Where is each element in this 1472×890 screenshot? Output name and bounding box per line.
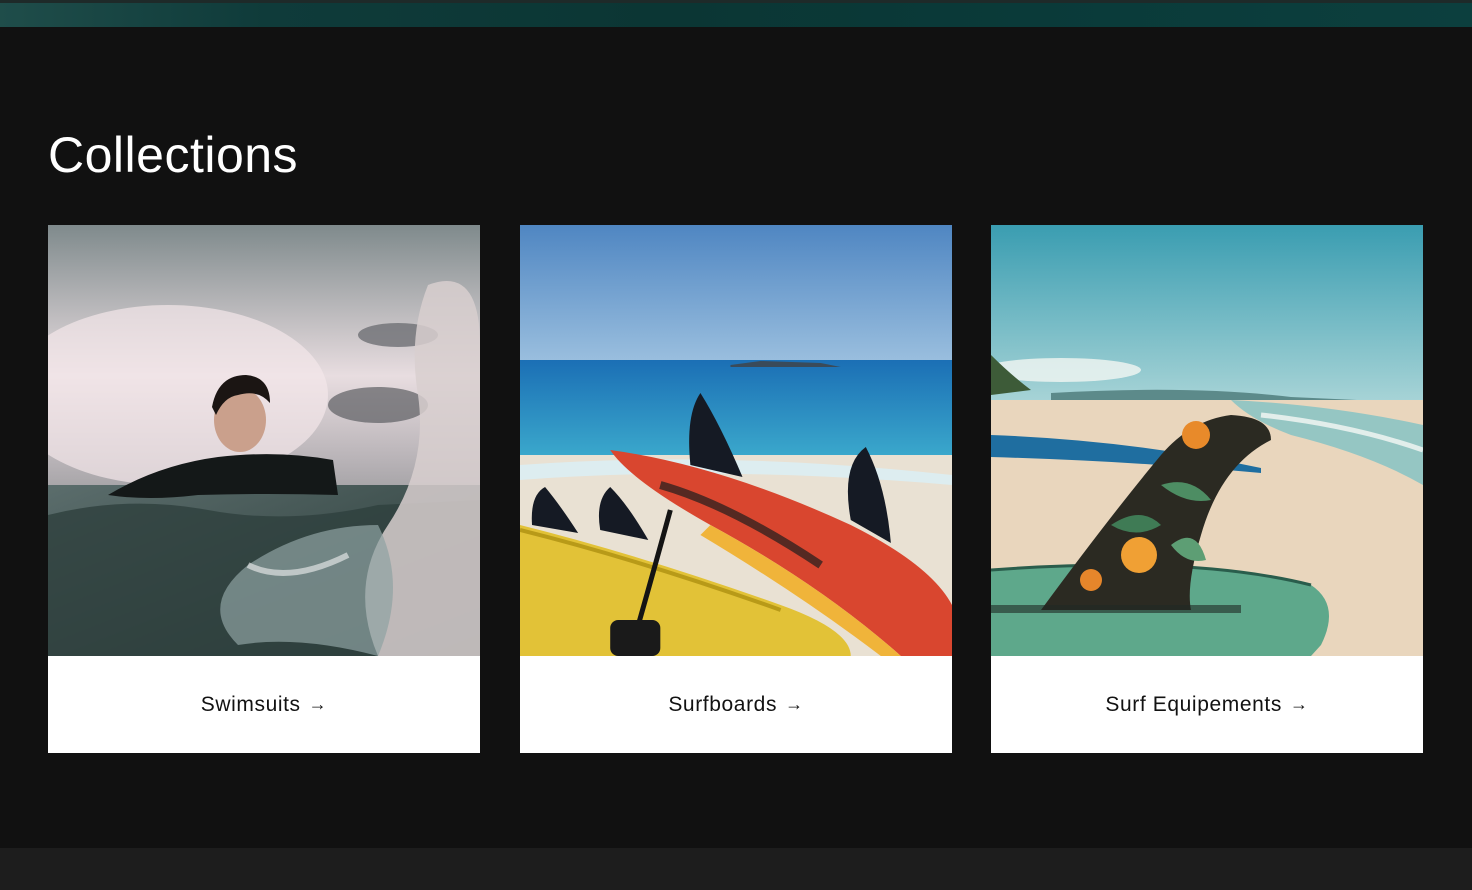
hero-banner-strip xyxy=(0,0,1472,28)
collection-card-swimsuits[interactable]: Swimsuits → xyxy=(48,225,480,753)
collection-card-surfboards[interactable]: Surfboards → xyxy=(520,225,952,753)
arrow-right-icon: → xyxy=(785,694,804,714)
arrow-right-icon: → xyxy=(1289,694,1309,714)
collection-link-swimsuits[interactable]: Swimsuits → xyxy=(48,656,480,753)
collection-label: Surf Equipements xyxy=(1105,692,1282,716)
surfboards-image xyxy=(520,225,952,656)
footer-band xyxy=(0,848,1472,890)
collection-label: Surfboards xyxy=(668,692,778,716)
collection-link-surf-equipements[interactable]: Surf Equipements → xyxy=(991,656,1423,753)
collection-card-surf-equipements[interactable]: Surf Equipements → xyxy=(991,225,1423,753)
arrow-right-icon: → xyxy=(308,694,328,714)
collections-section: Collections Swimsuits → Surfboards → Sur… xyxy=(0,27,1472,848)
section-title: Collections xyxy=(48,127,299,183)
collection-link-surfboards[interactable]: Surfboards → xyxy=(520,656,952,753)
collection-label: Swimsuits xyxy=(200,692,301,716)
swimsuits-image xyxy=(48,225,480,656)
surf-equipements-image xyxy=(991,225,1423,656)
